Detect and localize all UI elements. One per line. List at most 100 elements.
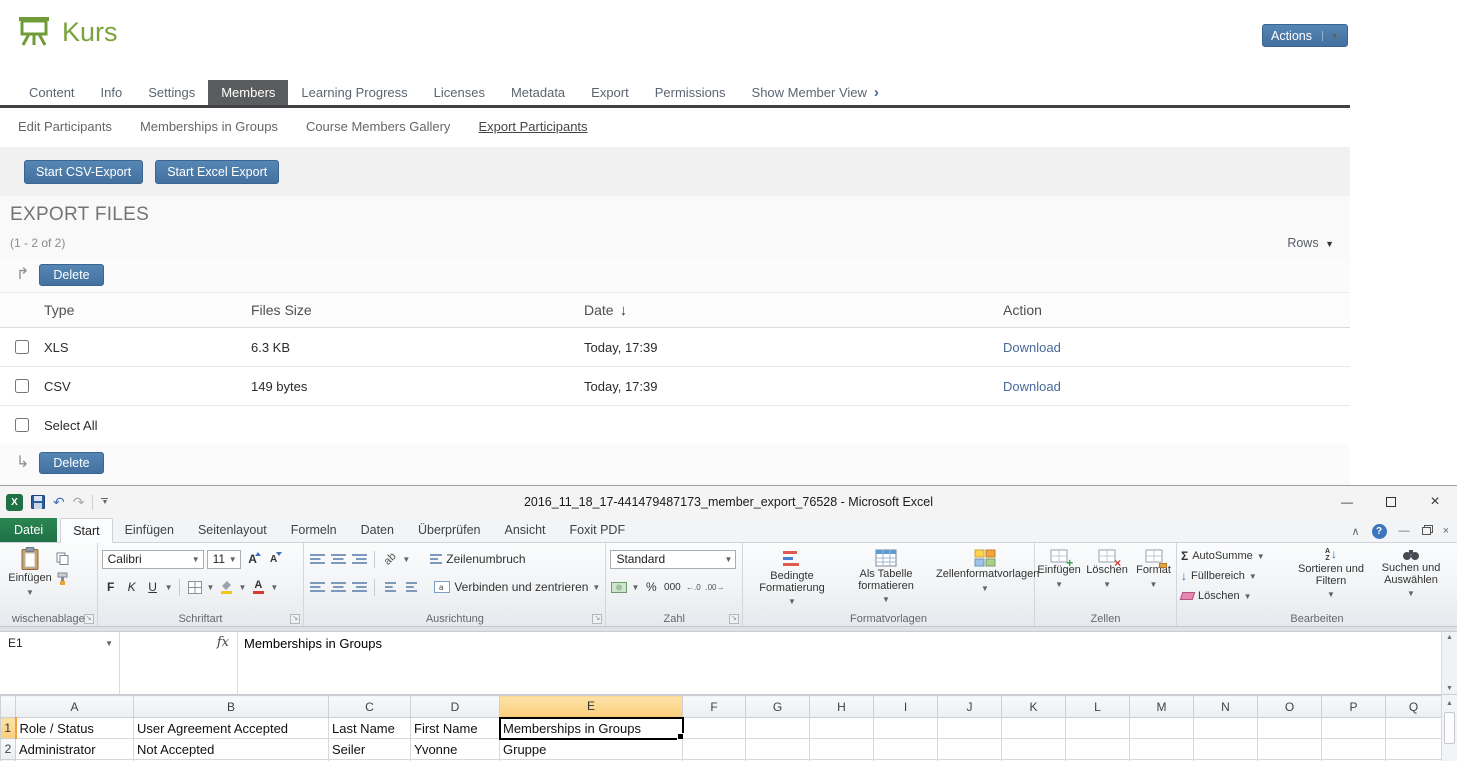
subtab-edit-participants[interactable]: Edit Participants <box>18 119 112 134</box>
clear-button[interactable]: Löschen ▼ <box>1181 586 1293 606</box>
align-right-icon[interactable] <box>350 578 368 597</box>
tab-permissions[interactable]: Permissions <box>642 80 739 105</box>
column-header[interactable]: B <box>134 696 329 718</box>
cell-D2[interactable]: Yvonne <box>411 739 500 760</box>
column-header[interactable]: D <box>411 696 500 718</box>
wrap-text-button[interactable]: Zeilenumbruch <box>430 552 525 566</box>
scroll-down-icon[interactable]: ▼ <box>1446 685 1453 692</box>
font-family-combo[interactable]: Calibri ▼ <box>102 550 204 569</box>
cell[interactable] <box>683 718 746 739</box>
column-header[interactable]: A <box>16 696 134 718</box>
row-checkbox[interactable] <box>15 379 29 393</box>
number-format-combo[interactable]: Standard ▼ <box>610 550 736 569</box>
course-logo-icon[interactable] <box>16 12 54 48</box>
fill-button[interactable]: ↓ Füllbereich ▼ <box>1181 566 1293 586</box>
column-header-files-size[interactable]: Files Size <box>251 302 584 318</box>
cell[interactable] <box>683 739 746 760</box>
cell[interactable] <box>938 718 1002 739</box>
align-top-icon[interactable] <box>308 550 326 569</box>
cell-A1[interactable]: Role / Status <box>16 718 134 739</box>
scroll-up-icon[interactable]: ▲ <box>1446 634 1453 641</box>
cell[interactable] <box>1194 718 1258 739</box>
cell[interactable] <box>1258 739 1322 760</box>
start-excel-export-button[interactable]: Start Excel Export <box>155 160 279 184</box>
underline-button[interactable]: U <box>144 578 162 597</box>
font-size-combo[interactable]: 11 ▼ <box>207 550 241 569</box>
subtab-memberships-in-groups[interactable]: Memberships in Groups <box>140 119 278 134</box>
format-as-table-button[interactable]: Als Tabelle formatieren ▼ <box>839 547 933 610</box>
cell[interactable] <box>1194 739 1258 760</box>
orientation-icon[interactable]: ab <box>381 550 399 569</box>
sort-filter-button[interactable]: AZ ↓ Sortieren und Filtern ▼ <box>1293 546 1369 606</box>
delete-cells-button[interactable]: × Löschen ▼ <box>1085 547 1129 592</box>
scrollbar-thumb[interactable] <box>1444 712 1455 744</box>
actions-button[interactable]: Actions ▼ <box>1262 24 1348 47</box>
cell[interactable] <box>1130 718 1194 739</box>
formula-input[interactable]: Memberships in Groups <box>238 632 1441 694</box>
column-header[interactable]: P <box>1322 696 1386 718</box>
column-header[interactable]: L <box>1066 696 1130 718</box>
minimize-ribbon-icon[interactable]: ∧ <box>1352 525 1360 538</box>
borders-icon[interactable] <box>186 578 204 597</box>
column-header[interactable]: G <box>746 696 810 718</box>
ribbon-tab-daten[interactable]: Daten <box>349 518 406 542</box>
cell-A2[interactable]: Administrator <box>16 739 134 760</box>
start-csv-export-button[interactable]: Start CSV-Export <box>24 160 143 184</box>
percent-style-button[interactable]: % <box>642 578 660 597</box>
cell-C2[interactable]: Seiler <box>329 739 411 760</box>
align-center-icon[interactable] <box>329 578 347 597</box>
cell-E2[interactable]: Gruppe <box>500 739 683 760</box>
cell[interactable] <box>938 739 1002 760</box>
cell[interactable] <box>810 739 874 760</box>
insert-cells-button[interactable]: + Einfügen ▼ <box>1037 547 1081 592</box>
cell[interactable] <box>746 718 810 739</box>
cell[interactable] <box>1322 718 1386 739</box>
excel-app-icon[interactable]: X <box>6 494 23 511</box>
select-all-corner[interactable] <box>1 696 16 718</box>
row-header-selected[interactable]: 1 <box>1 718 16 739</box>
increase-indent-icon[interactable] <box>402 578 420 597</box>
column-header[interactable]: K <box>1002 696 1066 718</box>
rows-dropdown[interactable]: Rows ▼ <box>1287 236 1334 250</box>
paste-button[interactable]: Einfügen ▼ <box>4 545 56 600</box>
column-header[interactable]: F <box>683 696 746 718</box>
tab-settings[interactable]: Settings <box>135 80 208 105</box>
format-cells-button[interactable]: Format ▼ <box>1133 547 1174 592</box>
workbook-close-icon[interactable]: × <box>1443 525 1449 537</box>
cell[interactable] <box>874 739 938 760</box>
ribbon-tab-seitenlayout[interactable]: Seitenlayout <box>186 518 279 542</box>
tab-licenses[interactable]: Licenses <box>421 80 498 105</box>
conditional-formatting-button[interactable]: Bedingte Formatierung ▼ <box>747 547 837 610</box>
decrease-indent-icon[interactable] <box>381 578 399 597</box>
bold-button[interactable]: F <box>102 578 120 597</box>
grow-font-button[interactable]: A <box>244 550 262 569</box>
sheet-vertical-scrollbar[interactable]: ▲ <box>1441 695 1457 761</box>
cell[interactable] <box>1002 718 1066 739</box>
cell[interactable] <box>874 718 938 739</box>
ribbon-tab-datei[interactable]: Datei <box>0 518 57 542</box>
comma-style-button[interactable]: 000 <box>663 578 681 597</box>
tab-content[interactable]: Content <box>16 80 88 105</box>
cell-B1[interactable]: User Agreement Accepted <box>134 718 329 739</box>
select-all-checkbox[interactable] <box>15 418 29 432</box>
fill-color-icon[interactable] <box>217 578 235 597</box>
delete-button-bottom[interactable]: Delete <box>39 452 103 474</box>
column-header-selected[interactable]: E <box>500 696 683 718</box>
cell[interactable] <box>1066 739 1130 760</box>
cell[interactable] <box>1386 718 1442 739</box>
column-header[interactable]: I <box>874 696 938 718</box>
cell-B2[interactable]: Not Accepted <box>134 739 329 760</box>
title-bar[interactable]: 2016_11_18_17-441479487173_member_export… <box>0 486 1457 518</box>
italic-button[interactable]: K <box>123 578 141 597</box>
cell[interactable] <box>1002 739 1066 760</box>
column-header-date[interactable]: Date ↓ <box>584 302 1003 319</box>
workbook-restore-icon[interactable] <box>1422 527 1431 535</box>
tab-show-member-view[interactable]: Show Member View › <box>739 80 892 105</box>
tab-learning-progress[interactable]: Learning Progress <box>288 80 420 105</box>
tab-export[interactable]: Export <box>578 80 642 105</box>
save-icon[interactable] <box>31 495 45 509</box>
merge-center-button[interactable]: a Verbinden und zentrieren ▼ <box>434 580 600 594</box>
decrease-decimal-icon[interactable]: .00→ <box>705 578 724 597</box>
ribbon-tab-ueberpruefen[interactable]: Überprüfen <box>406 518 493 542</box>
scroll-up-icon[interactable]: ▲ <box>1442 695 1457 712</box>
